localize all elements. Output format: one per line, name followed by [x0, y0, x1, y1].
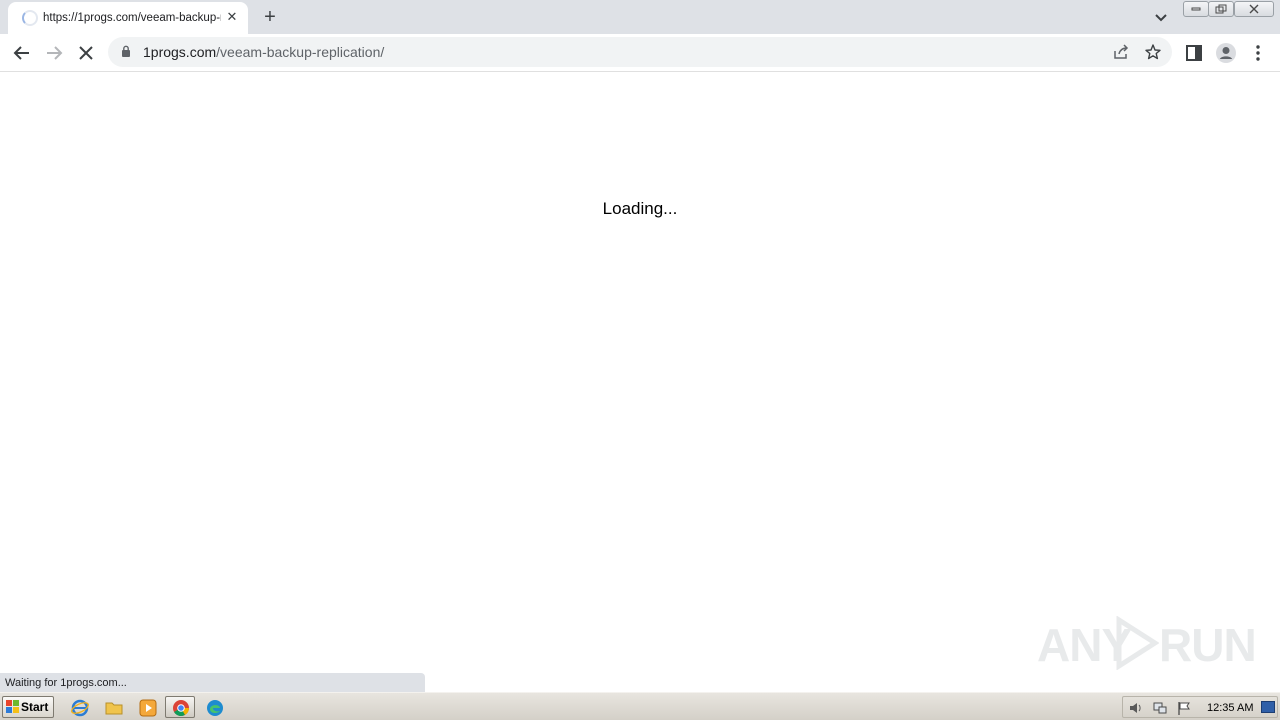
tab-search-icon[interactable]: [1151, 7, 1171, 27]
system-tray: 12:35 AM: [1122, 696, 1278, 718]
close-icon: [1249, 4, 1259, 14]
windows-logo-icon: [6, 700, 19, 713]
arrow-right-icon[interactable]: [43, 42, 65, 64]
taskbar: Start 12:35 AM: [0, 692, 1280, 720]
show-desktop-button[interactable]: [1261, 701, 1275, 713]
new-tab-button[interactable]: +: [259, 6, 281, 28]
address-url[interactable]: 1progs.com/veeam-backup-replication/: [143, 44, 384, 60]
clock[interactable]: 12:35 AM: [1207, 697, 1253, 719]
tab-close-button[interactable]: ✕: [224, 9, 240, 25]
restore-icon: [1215, 4, 1227, 14]
star-icon[interactable]: [1144, 43, 1162, 61]
window-minimize-button[interactable]: [1183, 1, 1209, 17]
taskbar-internet-explorer[interactable]: [64, 696, 94, 718]
kebab-menu-icon[interactable]: [1247, 42, 1269, 64]
volume-icon[interactable]: [1128, 700, 1144, 716]
anyrun-watermark-logo: ANY RUN: [1035, 610, 1257, 674]
lock-icon[interactable]: [121, 45, 131, 58]
browser-toolbar: 1progs.com/veeam-backup-replication/: [0, 34, 1280, 72]
side-panel-icon[interactable]: [1183, 42, 1205, 64]
arrow-left-icon[interactable]: [11, 42, 33, 64]
tab-strip: https://1progs.com/veeam-backup-r ✕ +: [0, 0, 1280, 34]
media-player-icon: [139, 699, 157, 717]
status-bubble: Waiting for 1progs.com...: [0, 673, 425, 693]
page-content: Loading... ANY RUN Waiting for 1progs.co…: [0, 72, 1280, 693]
play-logo-icon: [1116, 616, 1159, 670]
start-label: Start: [21, 700, 49, 714]
minimize-icon: [1191, 7, 1201, 11]
tab-title: https://1progs.com/veeam-backup-r: [43, 12, 221, 24]
window-close-button[interactable]: [1234, 1, 1274, 17]
url-host: 1progs.com: [143, 44, 217, 60]
browser-tab[interactable]: https://1progs.com/veeam-backup-r ✕: [8, 2, 248, 34]
address-bar[interactable]: 1progs.com/veeam-backup-replication/: [108, 37, 1172, 67]
chrome-icon: [173, 700, 189, 716]
edge-icon: [207, 700, 223, 716]
loading-spinner-icon: [22, 10, 38, 26]
window-restore-button[interactable]: [1208, 1, 1234, 17]
folder-icon: [105, 702, 123, 715]
profile-icon[interactable]: [1215, 42, 1237, 64]
taskbar-media-player[interactable]: [132, 696, 162, 718]
share-icon[interactable]: [1112, 43, 1130, 61]
screen: https://1progs.com/veeam-backup-r ✕ + 1p…: [0, 0, 1280, 720]
taskbar-edge[interactable]: [199, 696, 229, 718]
internet-explorer-icon: [71, 699, 89, 717]
loading-message: Loading...: [602, 199, 678, 218]
watermark-text-right: RUN: [1159, 619, 1257, 671]
action-center-flag-icon[interactable]: [1176, 700, 1192, 716]
url-path: /veeam-backup-replication/: [216, 44, 385, 60]
taskbar-file-explorer[interactable]: [98, 696, 128, 718]
start-button[interactable]: Start: [2, 696, 54, 718]
network-icon[interactable]: [1152, 700, 1168, 716]
taskbar-chrome[interactable]: [165, 696, 195, 718]
stop-loading-icon[interactable]: [75, 42, 97, 64]
